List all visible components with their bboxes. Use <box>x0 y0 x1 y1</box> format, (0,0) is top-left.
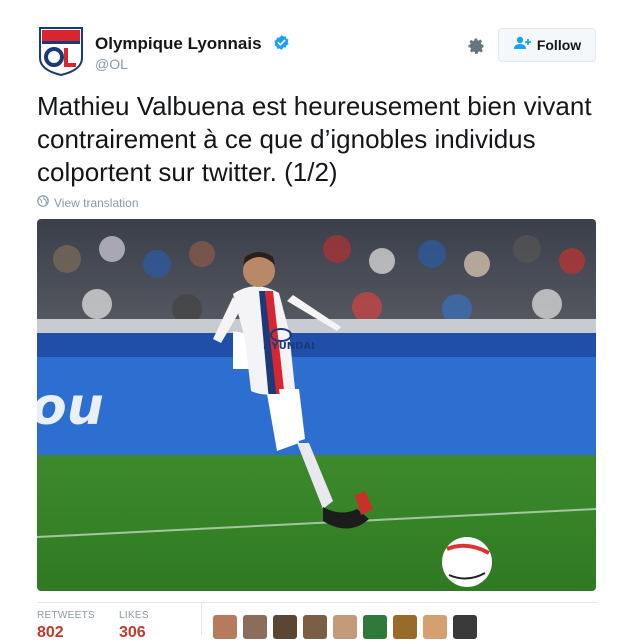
tweet-stats: RETWEETS 802 LIKES 306 <box>37 602 597 641</box>
likes-label: LIKES <box>119 610 149 621</box>
avatar[interactable] <box>303 615 327 639</box>
stats-divider <box>201 603 202 635</box>
likes-stat[interactable]: LIKES 306 <box>119 610 149 642</box>
follow-button[interactable]: Follow <box>498 28 596 62</box>
avatar[interactable] <box>243 615 267 639</box>
retweets-stat[interactable]: RETWEETS 802 <box>37 610 95 642</box>
tweet-photo[interactable]: ou HYUNDAI <box>37 219 596 591</box>
avatar[interactable] <box>453 615 477 639</box>
verified-badge-icon <box>273 34 290 51</box>
follow-label: Follow <box>536 37 582 53</box>
avatar[interactable] <box>213 615 237 639</box>
account-handle[interactable]: @OL <box>95 56 128 72</box>
liker-avatars <box>213 615 477 639</box>
tweet-text: Mathieu Valbuena est heureusement bien v… <box>37 91 592 187</box>
view-translation-link[interactable]: View translation <box>37 194 139 212</box>
retweets-count: 802 <box>37 624 64 641</box>
account-name[interactable]: Olympique Lyonnais <box>95 34 262 54</box>
retweets-label: RETWEETS <box>37 610 95 621</box>
svg-text:HYUNDAI: HYUNDAI <box>263 341 315 352</box>
svg-text:ou: ou <box>37 377 104 437</box>
gear-icon[interactable] <box>466 36 486 56</box>
avatar[interactable] <box>423 615 447 639</box>
avatar[interactable] <box>363 615 387 639</box>
likes-count: 306 <box>119 624 146 641</box>
avatar[interactable] <box>393 615 417 639</box>
view-translation-label: View translation <box>54 196 139 210</box>
avatar[interactable] <box>273 615 297 639</box>
avatar[interactable] <box>333 615 357 639</box>
globe-icon <box>37 194 49 212</box>
account-logo[interactable] <box>38 26 84 77</box>
follow-person-icon <box>513 36 531 55</box>
